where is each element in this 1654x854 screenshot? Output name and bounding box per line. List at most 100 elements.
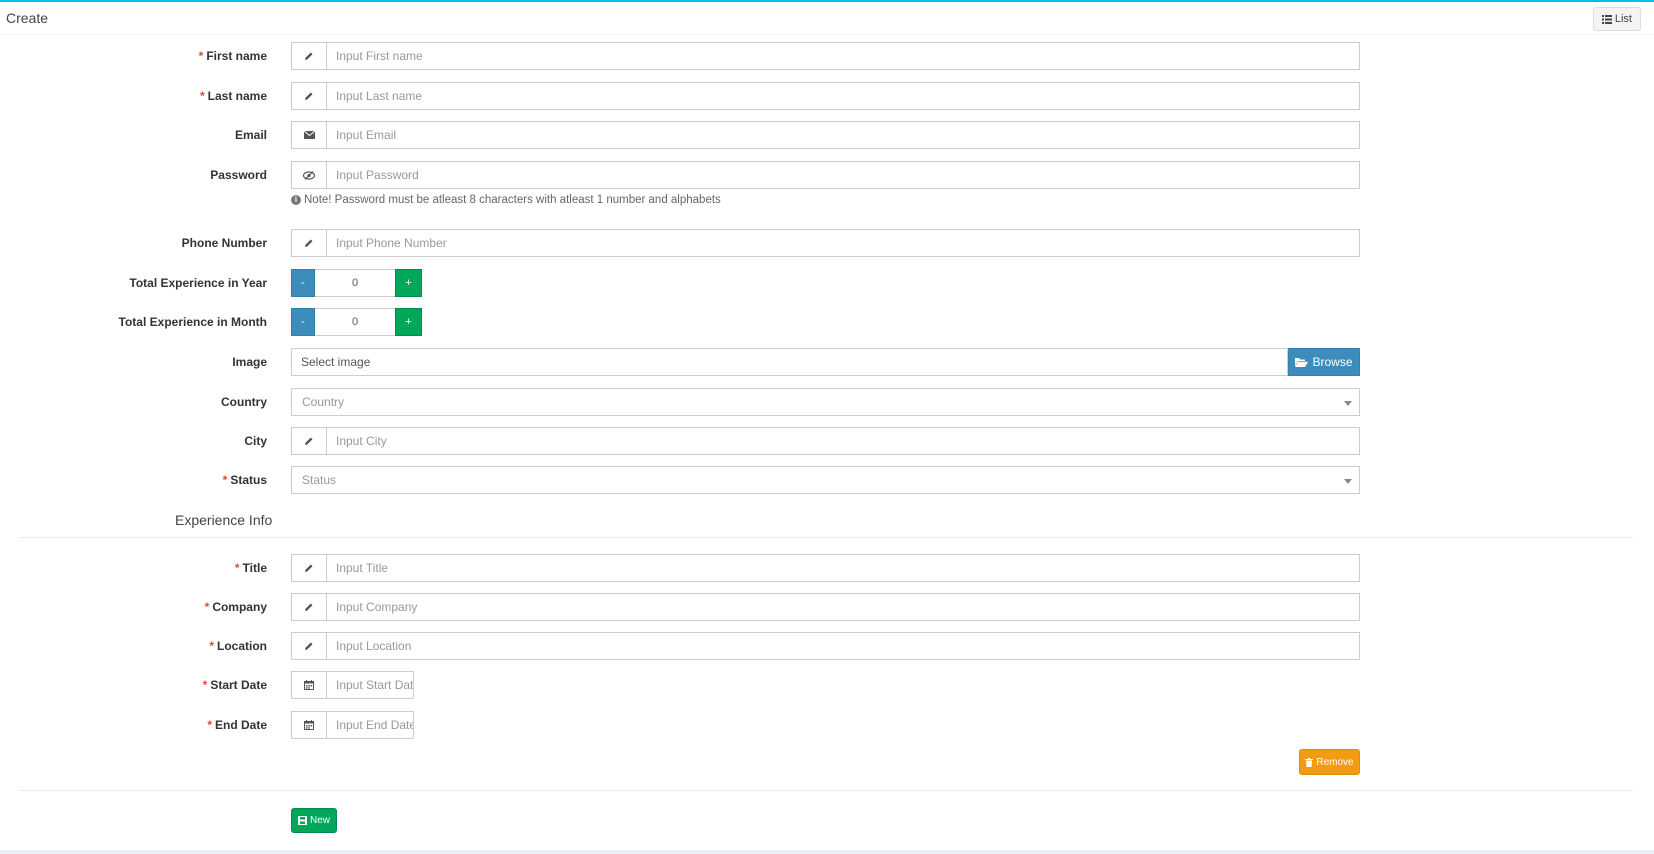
exp-year-input[interactable]: 0 [315,269,395,297]
end-date-row: * End Date Input End Date [0,711,1654,739]
location-label: * Location [209,639,267,653]
country-label: Country [221,395,267,409]
phone-label: Phone Number [181,236,267,250]
password-input[interactable]: Input Password [326,161,1360,189]
company-row: * Company Input Company [0,593,1654,621]
status-row: * Status Status [0,466,1654,494]
image-label: Image [232,355,267,369]
company-input[interactable]: Input Company [326,593,1360,621]
start-date-label: * Start Date [202,678,267,692]
list-button[interactable]: List [1592,7,1641,31]
exp-year-decrement-button[interactable]: - [291,269,315,297]
location-group: Input Location [291,632,1360,660]
phone-row: Phone Number Input Phone Number [0,229,1654,257]
list-icon [1601,14,1612,24]
email-group: Input Email [291,121,1360,149]
calendar-icon [291,671,326,699]
browse-button[interactable]: Browse [1288,348,1360,376]
end-date-label: * End Date [207,718,267,732]
pencil-icon [291,82,326,110]
title-label: * Title [234,561,267,575]
city-group: Input City [291,427,1360,455]
last-name-label: * Last name [199,89,267,103]
exp-year-increment-button[interactable]: + [395,269,422,297]
new-button[interactable]: New [291,808,337,833]
company-group: Input Company [291,593,1360,621]
exp-month-decrement-button[interactable]: - [291,308,315,336]
exp-month-row: Total Experience in Month - 0 + [0,308,1654,336]
email-input[interactable]: Input Email [326,121,1360,149]
remove-button[interactable]: Remove [1299,749,1360,775]
pencil-icon [291,42,326,70]
info-icon: i [291,195,301,205]
exp-month-label: Total Experience in Month [118,315,267,329]
email-label: Email [234,128,267,142]
company-label: * Company [204,600,267,614]
section-divider [18,537,1633,538]
trash-icon [1305,757,1314,767]
first-name-row: * First name Input First name [0,42,1654,70]
create-form-panel: Create List * First name Input First name… [0,0,1654,850]
folder-open-icon [1295,357,1309,367]
country-select[interactable]: Country [291,388,1360,416]
calendar-icon [291,711,326,739]
start-date-group: Input Start Dat [291,671,414,699]
last-name-row: * Last name Input Last name [0,82,1654,110]
exp-month-increment-button[interactable]: + [395,308,422,336]
city-row: City Input City [0,427,1654,455]
start-date-row: * Start Date Input Start Dat [0,671,1654,699]
password-note: i Note! Password must be atleast 8 chara… [291,194,721,206]
experience-section-title: Experience Info [175,512,273,528]
title-group: Input Title [291,554,1360,582]
eye-slash-icon[interactable] [291,161,326,189]
status-select-value: Status [302,473,337,487]
password-note-text: Note! Password must be atleast 8 charact… [304,194,721,206]
first-name-input[interactable]: Input First name [326,42,1360,70]
location-row: * Location Input Location [0,632,1654,660]
exp-month-stepper: - 0 + [291,308,422,336]
password-group: Input Password [291,161,1360,189]
pencil-icon [291,554,326,582]
pencil-icon [291,229,326,257]
end-date-input[interactable]: Input End Date [326,711,414,739]
city-input[interactable]: Input City [326,427,1360,455]
new-label: New [309,815,330,826]
password-label: Password [210,168,267,182]
title-input[interactable]: Input Title [326,554,1360,582]
pencil-icon [291,632,326,660]
list-button-label: List [1614,13,1632,25]
browse-label: Browse [1312,355,1353,369]
image-group: Select image Browse [291,348,1360,376]
last-name-input[interactable]: Input Last name [326,82,1360,110]
phone-input[interactable]: Input Phone Number [326,229,1360,257]
exp-month-input[interactable]: 0 [315,308,395,336]
title-row: * Title Input Title [0,554,1654,582]
caret-down-icon [1344,401,1352,406]
country-select-value: Country [302,395,345,409]
last-name-group: Input Last name [291,82,1360,110]
location-input[interactable]: Input Location [326,632,1360,660]
status-select[interactable]: Status [291,466,1360,494]
panel-header: Create List [0,2,1654,35]
pencil-icon [291,427,326,455]
exp-year-label: Total Experience in Year [129,276,267,290]
image-row: Image Select image Browse [0,348,1654,376]
exp-year-row: Total Experience in Year - 0 + [0,269,1654,297]
page-title: Create [6,10,49,26]
exp-year-stepper: - 0 + [291,269,422,297]
caret-down-icon [1344,479,1352,484]
country-row: Country Country [0,388,1654,416]
image-file-input[interactable]: Select image [291,348,1288,376]
end-date-group: Input End Date [291,711,414,739]
phone-group: Input Phone Number [291,229,1360,257]
footer-divider [18,790,1633,791]
first-name-label: * First name [198,49,267,63]
first-name-group: Input First name [291,42,1360,70]
start-date-input[interactable]: Input Start Dat [326,671,414,699]
city-label: City [244,434,267,448]
envelope-icon [291,121,326,149]
pencil-icon [291,593,326,621]
remove-label: Remove [1316,756,1354,768]
save-icon [297,816,307,825]
password-row: Password Input Password [0,161,1654,189]
